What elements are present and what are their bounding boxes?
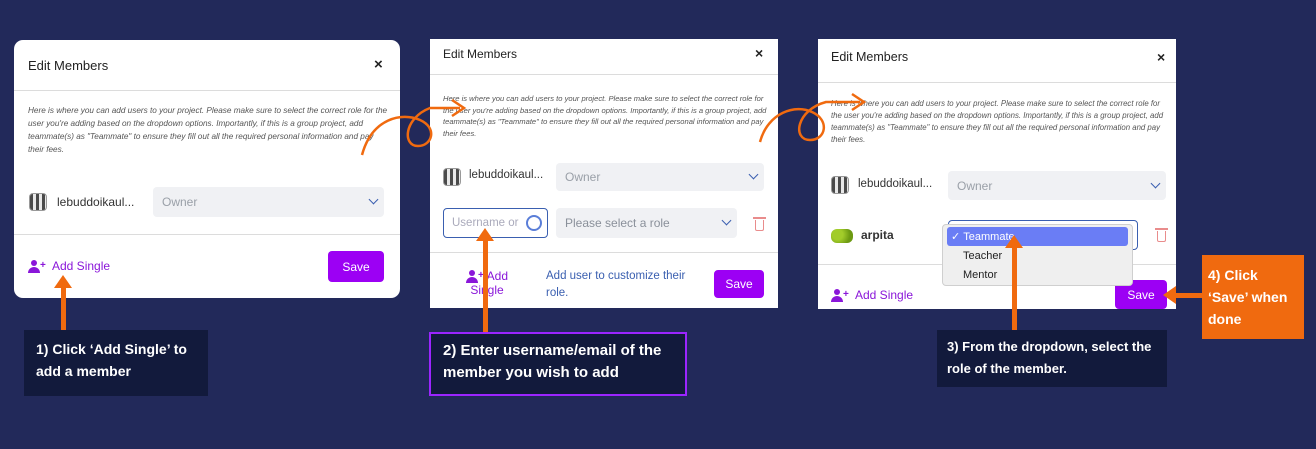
step1-callout: 1) Click ‘Add Single’ to add a member <box>24 330 208 396</box>
arrow-left-icon <box>1163 286 1176 304</box>
arrow-shaft <box>61 287 66 331</box>
arrow-shaft <box>1012 247 1017 330</box>
step3-callout: 3) From the dropdown, select the role of… <box>937 330 1167 387</box>
arrow-shaft <box>1175 293 1203 298</box>
step4-callout: 4) Click ‘Save’ when done <box>1202 255 1304 339</box>
arrow-shaft <box>483 240 488 332</box>
step2-callout: 2) Enter username/email of the member yo… <box>429 332 687 396</box>
